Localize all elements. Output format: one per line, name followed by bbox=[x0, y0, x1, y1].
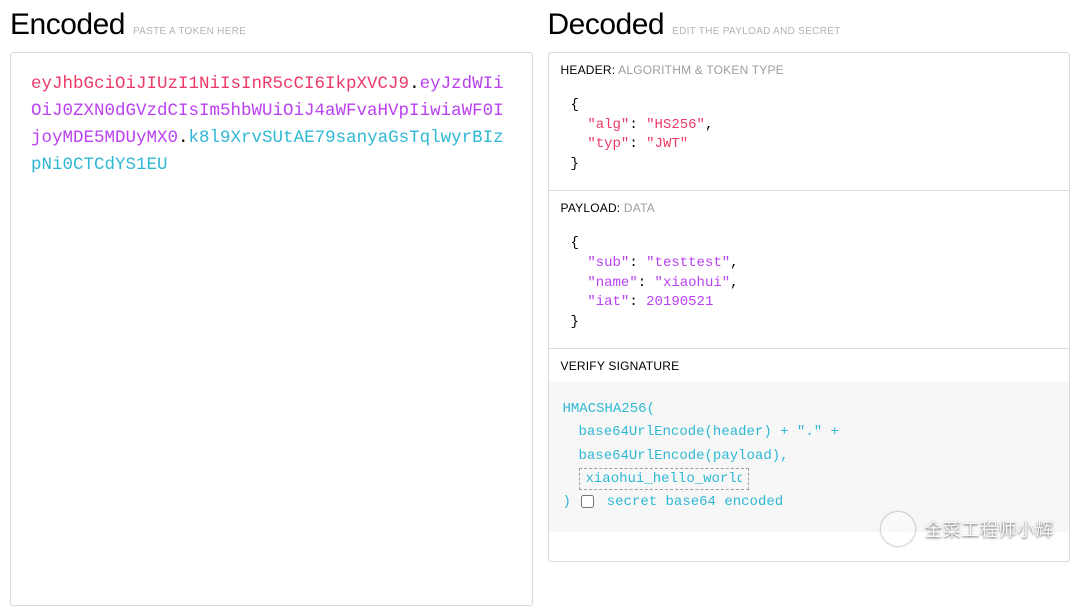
decoded-column: Decoded EDIT THE PAYLOAD AND SECRET HEAD… bbox=[548, 8, 1071, 562]
encoded-title: Encoded bbox=[10, 8, 125, 42]
header-label-grey: ALGORITHM & TOKEN TYPE bbox=[618, 63, 784, 77]
payload-label-grey: DATA bbox=[624, 201, 655, 215]
payload-json-editor[interactable]: { "sub": "testtest", "name": "xiaohui", … bbox=[549, 224, 1070, 348]
encoded-heading: Encoded PASTE A TOKEN HERE bbox=[10, 8, 533, 42]
header-label: HEADER: bbox=[561, 63, 616, 77]
token-header-segment: eyJhbGciOiJIUzI1NiIsInR5cCI6IkpXVCJ9 bbox=[31, 74, 409, 94]
verify-line-2: base64UrlEncode(payload), bbox=[563, 445, 1056, 468]
encoded-column: Encoded PASTE A TOKEN HERE eyJhbGciOiJIU… bbox=[10, 8, 533, 562]
decoded-subtitle: EDIT THE PAYLOAD AND SECRET bbox=[672, 26, 841, 37]
verify-section-title: VERIFY SIGNATURE bbox=[549, 349, 1070, 382]
secret-base64-checkbox[interactable] bbox=[581, 495, 594, 508]
header-section-title: HEADER: ALGORITHM & TOKEN TYPE bbox=[549, 53, 1070, 86]
token-dot-1: . bbox=[409, 74, 420, 94]
verify-fn-line: HMACSHA256( bbox=[563, 398, 1056, 421]
header-json-editor[interactable]: { "alg": "HS256", "typ": "JWT" } bbox=[549, 86, 1070, 190]
header-section: HEADER: ALGORITHM & TOKEN TYPE { "alg": … bbox=[549, 53, 1070, 191]
decoded-title: Decoded bbox=[548, 8, 665, 42]
payload-section-title: PAYLOAD: DATA bbox=[549, 191, 1070, 224]
verify-body: HMACSHA256( base64UrlEncode(header) + ".… bbox=[549, 382, 1070, 531]
verify-line-1: base64UrlEncode(header) + "." + bbox=[563, 421, 1056, 444]
decoded-heading: Decoded EDIT THE PAYLOAD AND SECRET bbox=[548, 8, 1071, 42]
payload-section: PAYLOAD: DATA { "sub": "testtest", "name… bbox=[549, 191, 1070, 349]
verify-signature-section: VERIFY SIGNATURE HMACSHA256( base64UrlEn… bbox=[549, 349, 1070, 531]
decoded-panel: HEADER: ALGORITHM & TOKEN TYPE { "alg": … bbox=[548, 52, 1071, 562]
verify-label: VERIFY SIGNATURE bbox=[561, 359, 680, 373]
token-dot-2: . bbox=[178, 128, 189, 148]
encoded-token-input[interactable]: eyJhbGciOiJIUzI1NiIsInR5cCI6IkpXVCJ9.eyJ… bbox=[31, 71, 512, 180]
encoded-subtitle: PASTE A TOKEN HERE bbox=[133, 26, 246, 37]
encoded-panel: eyJhbGciOiJIUzI1NiIsInR5cCI6IkpXVCJ9.eyJ… bbox=[10, 52, 533, 606]
payload-label: PAYLOAD: bbox=[561, 201, 621, 215]
secret-base64-label: secret base64 encoded bbox=[607, 494, 783, 510]
verify-close-paren: ) bbox=[563, 494, 571, 510]
secret-input[interactable] bbox=[579, 468, 749, 490]
